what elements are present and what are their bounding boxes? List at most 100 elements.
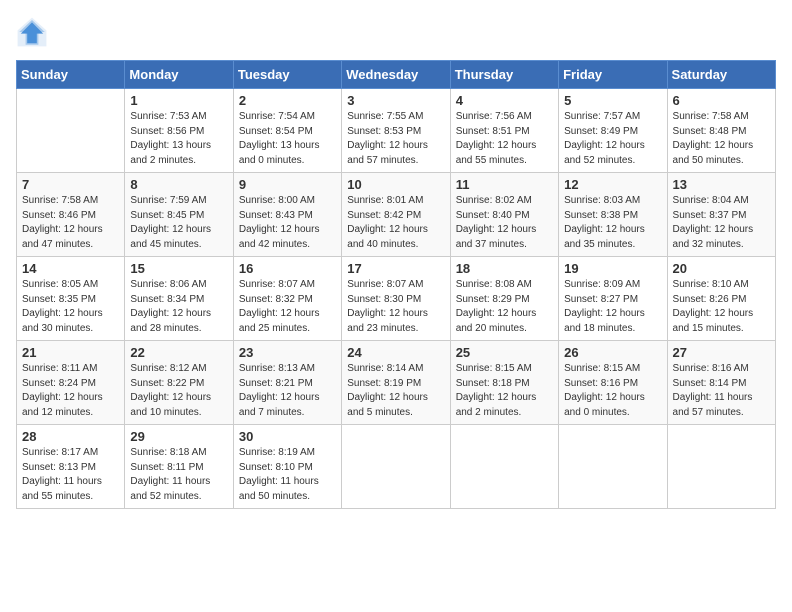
weekday-header-monday: Monday: [125, 61, 233, 89]
day-number: 16: [239, 261, 336, 276]
day-info: Sunrise: 7:57 AMSunset: 8:49 PMDaylight:…: [564, 110, 661, 168]
calendar-week-row: 28 Sunrise: 8:17 AMSunset: 8:13 PMDayligh…: [17, 425, 776, 509]
day-info: Sunrise: 8:14 AMSunset: 8:19 PMDaylight:…: [347, 362, 444, 420]
day-number: 23: [239, 345, 336, 360]
calendar-cell: 28 Sunrise: 8:17 AMSunset: 8:13 PMDayligh…: [17, 425, 125, 509]
calendar-week-row: 21 Sunrise: 8:11 AMSunset: 8:24 PMDayligh…: [17, 341, 776, 425]
calendar-cell: 10 Sunrise: 8:01 AMSunset: 8:42 PMDayligh…: [342, 173, 450, 257]
day-info: Sunrise: 8:17 AMSunset: 8:13 PMDaylight:…: [22, 446, 119, 504]
calendar-table: SundayMondayTuesdayWednesdayThursdayFrid…: [16, 60, 776, 509]
day-number: 9: [239, 177, 336, 192]
day-number: 1: [130, 93, 227, 108]
day-number: 17: [347, 261, 444, 276]
calendar-week-row: 1 Sunrise: 7:53 AMSunset: 8:56 PMDaylight…: [17, 89, 776, 173]
day-info: Sunrise: 8:11 AMSunset: 8:24 PMDaylight:…: [22, 362, 119, 420]
day-number: 27: [673, 345, 770, 360]
day-number: 12: [564, 177, 661, 192]
day-info: Sunrise: 8:13 AMSunset: 8:21 PMDaylight:…: [239, 362, 336, 420]
calendar-cell: 23 Sunrise: 8:13 AMSunset: 8:21 PMDayligh…: [233, 341, 341, 425]
calendar-cell: [559, 425, 667, 509]
day-number: 10: [347, 177, 444, 192]
calendar-cell: 22 Sunrise: 8:12 AMSunset: 8:22 PMDayligh…: [125, 341, 233, 425]
calendar-cell: 7 Sunrise: 7:58 AMSunset: 8:46 PMDaylight…: [17, 173, 125, 257]
day-number: 5: [564, 93, 661, 108]
day-info: Sunrise: 8:09 AMSunset: 8:27 PMDaylight:…: [564, 278, 661, 336]
calendar-cell: 19 Sunrise: 8:09 AMSunset: 8:27 PMDayligh…: [559, 257, 667, 341]
day-number: 30: [239, 429, 336, 444]
day-number: 26: [564, 345, 661, 360]
day-info: Sunrise: 8:07 AMSunset: 8:30 PMDaylight:…: [347, 278, 444, 336]
calendar-cell: 6 Sunrise: 7:58 AMSunset: 8:48 PMDaylight…: [667, 89, 775, 173]
calendar-cell: 26Sunrise: 8:15 AMSunset: 8:16 PMDayligh…: [559, 341, 667, 425]
day-number: 25: [456, 345, 553, 360]
day-number: 13: [673, 177, 770, 192]
day-info: Sunrise: 8:06 AMSunset: 8:34 PMDaylight:…: [130, 278, 227, 336]
day-info: Sunrise: 8:08 AMSunset: 8:29 PMDaylight:…: [456, 278, 553, 336]
calendar-cell: [17, 89, 125, 173]
day-number: 3: [347, 93, 444, 108]
day-info: Sunrise: 7:54 AMSunset: 8:54 PMDaylight:…: [239, 110, 336, 168]
day-number: 18: [456, 261, 553, 276]
day-info: Sunrise: 8:02 AMSunset: 8:40 PMDaylight:…: [456, 194, 553, 252]
day-info: Sunrise: 7:58 AMSunset: 8:46 PMDaylight:…: [22, 194, 119, 252]
calendar-cell: [450, 425, 558, 509]
calendar-cell: 20 Sunrise: 8:10 AMSunset: 8:26 PMDayligh…: [667, 257, 775, 341]
day-number: 8: [130, 177, 227, 192]
day-info: Sunrise: 8:10 AMSunset: 8:26 PMDaylight:…: [673, 278, 770, 336]
day-info: Sunrise: 7:56 AMSunset: 8:51 PMDaylight:…: [456, 110, 553, 168]
logo: [16, 16, 52, 48]
day-number: 19: [564, 261, 661, 276]
calendar-cell: 21 Sunrise: 8:11 AMSunset: 8:24 PMDayligh…: [17, 341, 125, 425]
day-info: Sunrise: 7:58 AMSunset: 8:48 PMDaylight:…: [673, 110, 770, 168]
day-number: 15: [130, 261, 227, 276]
weekday-header-friday: Friday: [559, 61, 667, 89]
day-number: 7: [22, 177, 119, 192]
day-info: Sunrise: 8:19 AMSunset: 8:10 PMDaylight:…: [239, 446, 336, 504]
calendar-cell: 24 Sunrise: 8:14 AMSunset: 8:19 PMDayligh…: [342, 341, 450, 425]
calendar-cell: 13Sunrise: 8:04 AMSunset: 8:37 PMDayligh…: [667, 173, 775, 257]
calendar-cell: 4 Sunrise: 7:56 AMSunset: 8:51 PMDaylight…: [450, 89, 558, 173]
calendar-cell: 14 Sunrise: 8:05 AMSunset: 8:35 PMDayligh…: [17, 257, 125, 341]
day-number: 4: [456, 93, 553, 108]
weekday-header-sunday: Sunday: [17, 61, 125, 89]
calendar-cell: 9 Sunrise: 8:00 AMSunset: 8:43 PMDaylight…: [233, 173, 341, 257]
day-number: 21: [22, 345, 119, 360]
calendar-cell: 15 Sunrise: 8:06 AMSunset: 8:34 PMDayligh…: [125, 257, 233, 341]
day-info: Sunrise: 8:12 AMSunset: 8:22 PMDaylight:…: [130, 362, 227, 420]
day-number: 22: [130, 345, 227, 360]
day-info: Sunrise: 8:18 AMSunset: 8:11 PMDaylight:…: [130, 446, 227, 504]
day-number: 28: [22, 429, 119, 444]
day-info: Sunrise: 8:01 AMSunset: 8:42 PMDaylight:…: [347, 194, 444, 252]
day-number: 20: [673, 261, 770, 276]
weekday-header-tuesday: Tuesday: [233, 61, 341, 89]
day-number: 6: [673, 93, 770, 108]
day-info: Sunrise: 8:03 AMSunset: 8:38 PMDaylight:…: [564, 194, 661, 252]
calendar-cell: 8 Sunrise: 7:59 AMSunset: 8:45 PMDaylight…: [125, 173, 233, 257]
calendar-cell: 12 Sunrise: 8:03 AMSunset: 8:38 PMDayligh…: [559, 173, 667, 257]
day-info: Sunrise: 8:05 AMSunset: 8:35 PMDaylight:…: [22, 278, 119, 336]
weekday-header-row: SundayMondayTuesdayWednesdayThursdayFrid…: [17, 61, 776, 89]
page-header: [16, 16, 776, 48]
calendar-cell: 1 Sunrise: 7:53 AMSunset: 8:56 PMDaylight…: [125, 89, 233, 173]
day-number: 11: [456, 177, 553, 192]
calendar-cell: 29 Sunrise: 8:18 AMSunset: 8:11 PMDayligh…: [125, 425, 233, 509]
day-number: 24: [347, 345, 444, 360]
calendar-cell: 18 Sunrise: 8:08 AMSunset: 8:29 PMDayligh…: [450, 257, 558, 341]
weekday-header-wednesday: Wednesday: [342, 61, 450, 89]
calendar-cell: [667, 425, 775, 509]
calendar-cell: 11 Sunrise: 8:02 AMSunset: 8:40 PMDayligh…: [450, 173, 558, 257]
calendar-cell: 2 Sunrise: 7:54 AMSunset: 8:54 PMDaylight…: [233, 89, 341, 173]
calendar-cell: [342, 425, 450, 509]
day-info: Sunrise: 7:53 AMSunset: 8:56 PMDaylight:…: [130, 110, 227, 168]
calendar-week-row: 14 Sunrise: 8:05 AMSunset: 8:35 PMDayligh…: [17, 257, 776, 341]
calendar-cell: 5 Sunrise: 7:57 AMSunset: 8:49 PMDaylight…: [559, 89, 667, 173]
day-info: Sunrise: 7:59 AMSunset: 8:45 PMDaylight:…: [130, 194, 227, 252]
calendar-cell: 30 Sunrise: 8:19 AMSunset: 8:10 PMDayligh…: [233, 425, 341, 509]
day-number: 29: [130, 429, 227, 444]
day-number: 14: [22, 261, 119, 276]
calendar-cell: 16 Sunrise: 8:07 AMSunset: 8:32 PMDayligh…: [233, 257, 341, 341]
day-number: 2: [239, 93, 336, 108]
day-info: Sunrise: 8:07 AMSunset: 8:32 PMDaylight:…: [239, 278, 336, 336]
day-info: Sunrise: 8:16 AMSunset: 8:14 PMDaylight:…: [673, 362, 770, 420]
day-info: Sunrise: 8:00 AMSunset: 8:43 PMDaylight:…: [239, 194, 336, 252]
